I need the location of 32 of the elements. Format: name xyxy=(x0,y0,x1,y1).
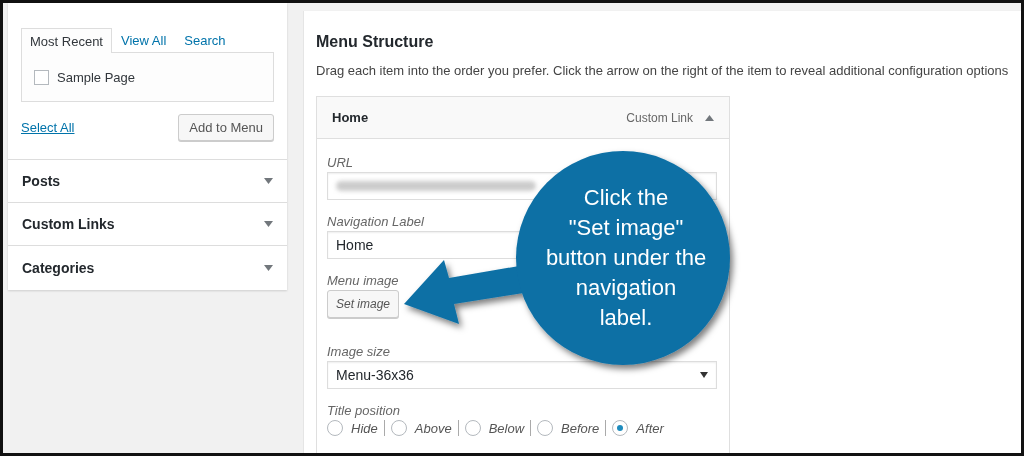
field-label: Title position xyxy=(327,403,400,418)
field-label: Navigation Label xyxy=(327,214,424,229)
tooltip-text: Click the "Set image" button under the navigation label. xyxy=(544,184,708,332)
tab[interactable]: Search xyxy=(175,27,235,52)
add-to-menu-button[interactable]: Add to Menu xyxy=(178,114,274,141)
set-image-button[interactable]: Set image xyxy=(327,290,400,318)
section-title[interactable]: Custom Links xyxy=(22,216,115,232)
image-size-select[interactable]: Menu-36x36 xyxy=(327,361,717,389)
radio-label: Before xyxy=(561,420,600,436)
radio-label: Below xyxy=(488,420,525,436)
expand-arrow-icon[interactable] xyxy=(264,221,273,227)
item-type-label: Custom Link xyxy=(626,110,693,125)
dropdown-arrow-icon xyxy=(700,372,708,378)
checkbox-label: Sample Page xyxy=(57,69,136,85)
expand-arrow-icon[interactable] xyxy=(264,264,273,271)
checkbox[interactable] xyxy=(34,69,49,85)
field-label: URL xyxy=(327,155,353,170)
field-label: Menu image xyxy=(327,273,399,288)
expand-arrow-icon[interactable] xyxy=(264,178,273,184)
radio-label: Hide xyxy=(351,420,378,436)
tab[interactable]: View All xyxy=(112,27,176,52)
select-all-link[interactable]: Select All xyxy=(21,120,75,135)
radio-label: Above xyxy=(414,420,452,436)
tab[interactable]: Most Recent xyxy=(21,28,112,53)
menu-item-title: Home xyxy=(332,110,370,125)
section-heading: Menu Structure xyxy=(316,33,435,51)
description-text: Drag each item into the order you prefer. Click the arrow on the right of the item to reveal additional configuration options xyxy=(316,63,1010,78)
collapse-arrow-icon[interactable] xyxy=(705,114,714,121)
section-title[interactable]: Posts xyxy=(22,173,61,189)
radio-label: After xyxy=(636,420,664,436)
section-title[interactable]: Categories xyxy=(22,259,95,276)
field-label: Image size xyxy=(327,344,390,359)
